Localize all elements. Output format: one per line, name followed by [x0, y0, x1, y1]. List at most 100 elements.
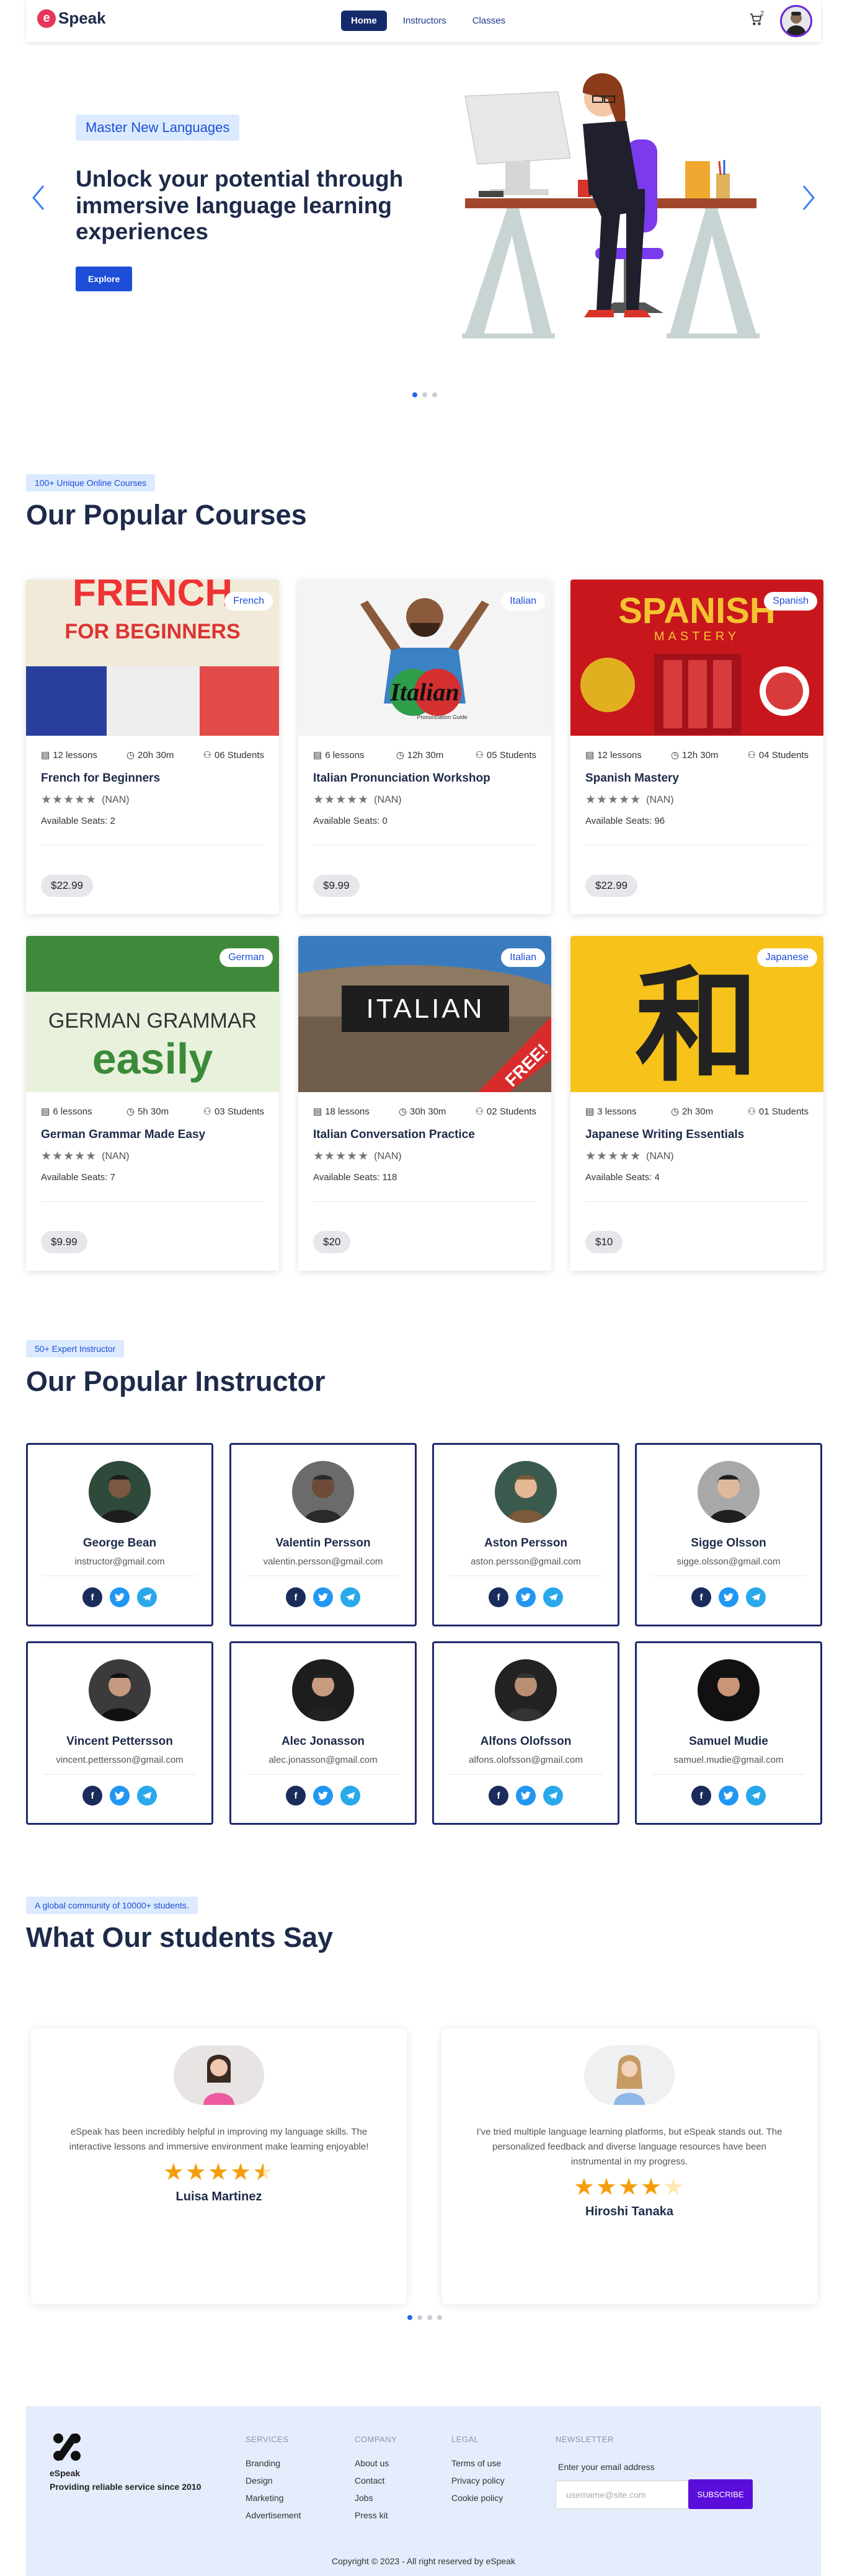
telegram-icon[interactable]	[543, 1587, 563, 1607]
instructor-card[interactable]: George Bean instructor@gmail.com f	[26, 1443, 213, 1626]
telegram-icon[interactable]	[543, 1786, 563, 1806]
twitter-icon[interactable]	[313, 1587, 333, 1607]
language-tag[interactable]: Italian	[501, 948, 545, 967]
facebook-icon[interactable]: f	[691, 1587, 711, 1607]
hero-next-arrow[interactable]	[801, 183, 816, 219]
instructor-card[interactable]: Alfons Olofsson alfons.olofsson@gmail.com…	[432, 1641, 619, 1825]
testimonial-photo	[584, 2045, 675, 2105]
twitter-icon[interactable]	[516, 1587, 536, 1607]
telegram-icon[interactable]	[340, 1786, 360, 1806]
hero-dot-2[interactable]	[422, 392, 427, 397]
logo[interactable]: e Speak	[37, 9, 106, 28]
twitter-icon[interactable]	[313, 1786, 333, 1806]
course-title[interactable]: Italian Pronunciation Workshop	[298, 761, 551, 785]
instructor-name[interactable]: Vincent Pettersson	[28, 1735, 211, 1749]
footer-link[interactable]: Press kit	[355, 2510, 388, 2520]
footer-link[interactable]: Advertisement	[246, 2510, 301, 2520]
course-title[interactable]: Spanish Mastery	[570, 761, 823, 785]
menu-item-classes[interactable]: Classes	[463, 11, 515, 31]
social-links: f	[28, 1587, 211, 1607]
testimonial-dot-3[interactable]	[427, 2315, 432, 2320]
language-tag[interactable]: Spanish	[764, 592, 817, 611]
hero-dot-1[interactable]	[412, 392, 417, 397]
footer-link[interactable]: Marketing	[246, 2493, 283, 2503]
language-tag[interactable]: Japanese	[756, 948, 817, 967]
course-title[interactable]: Japanese Writing Essentials	[570, 1117, 823, 1142]
services-heading: SERVICES	[246, 2435, 289, 2444]
instructor-card[interactable]: Alec Jonasson alec.jonasson@gmail.com f	[229, 1641, 417, 1825]
footer-link[interactable]: Design	[246, 2476, 273, 2486]
book-icon: ▤	[41, 1106, 50, 1117]
course-rating: ★★★★★ (NAN)	[585, 1150, 674, 1163]
facebook-icon[interactable]: f	[489, 1786, 508, 1806]
hero-prev-arrow[interactable]	[31, 183, 46, 219]
subscribe-button[interactable]: SUBSCRIBE	[688, 2479, 753, 2509]
facebook-icon[interactable]: f	[286, 1587, 306, 1607]
course-card[interactable]: FRENCH FOR BEGINNERS French ▤ 12 lessons …	[26, 580, 279, 914]
menu-item-instructors[interactable]: Instructors	[393, 11, 456, 31]
course-title[interactable]: French for Beginners	[26, 761, 279, 785]
telegram-icon[interactable]	[746, 1587, 766, 1607]
facebook-icon[interactable]: f	[489, 1587, 508, 1607]
card-divider	[41, 1201, 264, 1202]
testimonial-dot-1[interactable]	[407, 2315, 412, 2320]
course-card[interactable]: GERMAN GRAMMAR easily German ▤ 6 lessons …	[26, 936, 279, 1271]
footer-link[interactable]: About us	[355, 2458, 389, 2468]
clock-icon: ◷	[398, 1106, 407, 1117]
instructor-name[interactable]: Samuel Mudie	[637, 1735, 820, 1749]
telegram-icon[interactable]	[137, 1786, 157, 1806]
instructor-name[interactable]: Alec Jonasson	[231, 1735, 415, 1749]
instructor-card[interactable]: Aston Persson aston.persson@gmail.com f	[432, 1443, 619, 1626]
instructor-name[interactable]: Aston Persson	[434, 1537, 618, 1550]
instructor-name[interactable]: George Bean	[28, 1537, 211, 1550]
instructor-photo	[292, 1461, 354, 1523]
language-tag[interactable]: German	[220, 948, 273, 967]
instructor-card[interactable]: Samuel Mudie samuel.mudie@gmail.com f	[635, 1641, 822, 1825]
facebook-icon[interactable]: f	[82, 1587, 102, 1607]
footer-link[interactable]: Privacy policy	[451, 2476, 505, 2486]
facebook-icon[interactable]: f	[691, 1786, 711, 1806]
twitter-icon[interactable]	[110, 1786, 130, 1806]
course-card[interactable]: ITALIAN FREE! Italian ▤ 18 lessons ◷ 30h 3…	[298, 936, 551, 1271]
telegram-icon[interactable]	[746, 1786, 766, 1806]
facebook-icon[interactable]: f	[82, 1786, 102, 1806]
twitter-icon[interactable]	[719, 1786, 738, 1806]
course-card[interactable]: Italian Pronunciation Guide Italian ▤ 6 l…	[298, 580, 551, 914]
course-image-text-1: ITALIAN	[366, 994, 484, 1024]
footer-link[interactable]: Branding	[246, 2458, 280, 2468]
logo-mark: e	[37, 9, 56, 28]
twitter-icon[interactable]	[516, 1786, 536, 1806]
explore-button[interactable]: Explore	[76, 267, 133, 291]
instructor-name[interactable]: Valentin Persson	[231, 1537, 415, 1550]
course-title[interactable]: Italian Conversation Practice	[298, 1117, 551, 1142]
instructor-card[interactable]: Vincent Pettersson vincent.pettersson@gma…	[26, 1641, 213, 1825]
facebook-icon[interactable]: f	[286, 1786, 306, 1806]
book-icon: ▤	[585, 1106, 595, 1117]
telegram-icon[interactable]	[137, 1587, 157, 1607]
instructor-card[interactable]: Sigge Olsson sigge.olsson@gmail.com f	[635, 1443, 822, 1626]
footer-link[interactable]: Cookie policy	[451, 2493, 503, 2503]
instructor-name[interactable]: Alfons Olofsson	[434, 1735, 618, 1749]
telegram-icon[interactable]	[340, 1587, 360, 1607]
testimonial-name: Luisa Martinez	[175, 2190, 262, 2203]
testimonial-dot-2[interactable]	[417, 2315, 422, 2320]
user-avatar[interactable]	[780, 5, 812, 37]
testimonial-name: Hiroshi Tanaka	[585, 2205, 673, 2218]
menu-item-home[interactable]: Home	[341, 11, 387, 31]
twitter-icon[interactable]	[719, 1587, 738, 1607]
language-tag[interactable]: French	[224, 592, 273, 611]
hero-dot-3[interactable]	[432, 392, 437, 397]
newsletter-email-input[interactable]: username@site.com	[556, 2481, 691, 2509]
course-title[interactable]: German Grammar Made Easy	[26, 1117, 279, 1142]
instructor-name[interactable]: Sigge Olsson	[637, 1537, 820, 1550]
course-card[interactable]: 和 Japanese ▤ 3 lessons ◷ 2h 30m ⚇ 01 Studen…	[570, 936, 823, 1271]
footer-link[interactable]: Contact	[355, 2476, 384, 2486]
testimonial-dot-4[interactable]	[437, 2315, 442, 2320]
users-icon: ⚇	[203, 750, 211, 761]
language-tag[interactable]: Italian	[501, 592, 545, 611]
twitter-icon[interactable]	[110, 1587, 130, 1607]
footer-link[interactable]: Terms of use	[451, 2458, 501, 2468]
course-card[interactable]: SPANISH MASTERY Spanish ▤ 12 lessons ◷ 12h…	[570, 580, 823, 914]
footer-link[interactable]: Jobs	[355, 2493, 373, 2503]
instructor-card[interactable]: Valentin Persson valentin.persson@gmail.c…	[229, 1443, 417, 1626]
